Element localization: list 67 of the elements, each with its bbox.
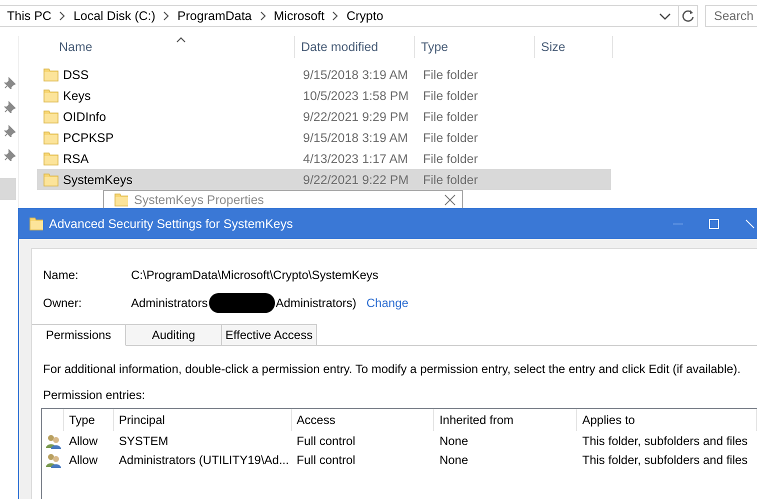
column-header[interactable]: Type: [415, 36, 535, 58]
breadcrumb[interactable]: This PC: [7, 9, 52, 23]
table-cell-text: None: [438, 434, 470, 448]
breadcrumb[interactable]: Microsoft: [274, 9, 324, 23]
dropdown-icon[interactable]: [659, 11, 671, 21]
file-row[interactable]: RSA 4/13/2023 1:17 AM File folder: [37, 148, 611, 169]
table-cell-text: SYSTEM: [118, 434, 170, 448]
table-cell-text: Full control: [296, 434, 356, 448]
table-cell-text: This folder, subfolders and files: [581, 452, 749, 466]
info-text: For additional information, double-click a permission entry. To modify a permission entry, select the entry and click Edit (if available).: [43, 362, 742, 376]
column-header[interactable]: Inherited from: [434, 409, 578, 431]
window-title: SystemKeys Properties: [134, 193, 265, 207]
folder-icon: [43, 66, 59, 82]
breadcrumb[interactable]: Local Disk (C:): [73, 9, 156, 23]
chevron-icon: [331, 11, 340, 21]
column-header[interactable]: Principal: [114, 409, 292, 431]
file-row[interactable]: OIDInfo 9/22/2021 9:29 PM File folder: [37, 106, 611, 127]
users-icon: [45, 432, 61, 448]
maximize-icon[interactable]: [709, 218, 719, 228]
owner-text: Administrators: [131, 296, 208, 310]
file-row[interactable]: SystemKeys 9/22/2021 9:22 PM File folder: [37, 169, 611, 190]
chevron-icon: [162, 11, 170, 21]
field-label: Owner:: [43, 296, 83, 310]
column-header[interactable]: Size: [535, 36, 613, 58]
chevron-icon: [258, 11, 267, 21]
tab[interactable]: Permissions: [32, 324, 126, 346]
folder-icon: [43, 130, 59, 146]
column-header[interactable]: Date modified: [295, 36, 415, 58]
pin-icon: [4, 77, 16, 89]
owner-text: Administrators): [276, 296, 356, 310]
chevron-icon: [58, 11, 66, 21]
table-cell-text: This folder, subfolders and files: [581, 434, 749, 448]
table-cell-text: Allow: [68, 452, 99, 466]
table-cell-text: Allow: [68, 434, 99, 448]
folder-icon: [114, 192, 128, 208]
breadcrumb[interactable]: ProgramData: [177, 9, 252, 23]
refresh-icon[interactable]: [682, 9, 694, 23]
tab[interactable]: Effective Access: [221, 324, 317, 345]
column-header[interactable]: Name: [37, 36, 295, 58]
folder-icon: [43, 88, 59, 104]
folder-icon: [43, 172, 59, 188]
breadcrumb[interactable]: Crypto: [346, 9, 384, 23]
file-row[interactable]: PCPKSP 9/15/2018 3:19 AM File folder: [37, 127, 611, 148]
table-cell-text: Administrators (UTILITY19\Ad...: [118, 452, 290, 466]
tab[interactable]: Auditing: [125, 324, 222, 345]
search-field[interactable]: Search: [705, 5, 757, 27]
window-title: Advanced Security Settings for SystemKeys: [49, 216, 294, 230]
folder-icon: [43, 150, 59, 166]
nav-selection: [0, 178, 16, 200]
file-row[interactable]: Keys 10/5/2023 1:58 PM File folder: [37, 85, 611, 106]
section-label: Permission entries:: [43, 388, 146, 402]
folder-icon: [29, 216, 43, 232]
change-link[interactable]: Change: [366, 296, 408, 310]
column-header[interactable]: Applies to: [577, 409, 757, 431]
column-header[interactable]: Type: [64, 409, 114, 431]
redaction-mark: [208, 293, 275, 313]
pin-icon: [4, 149, 16, 161]
pin-icon: [4, 101, 16, 113]
folder-icon: [43, 108, 59, 124]
column-header[interactable]: Access: [292, 409, 434, 431]
field-label: Name:: [43, 268, 80, 282]
file-row[interactable]: DSS 9/15/2018 3:19 AM File folder: [37, 64, 611, 85]
users-icon: [45, 452, 61, 468]
table-cell-text: None: [438, 452, 470, 466]
pin-icon: [4, 125, 16, 137]
path-text: C:\ProgramData\Microsoft\Crypto\SystemKeys: [131, 268, 378, 282]
table-cell-text: Full control: [296, 452, 356, 466]
